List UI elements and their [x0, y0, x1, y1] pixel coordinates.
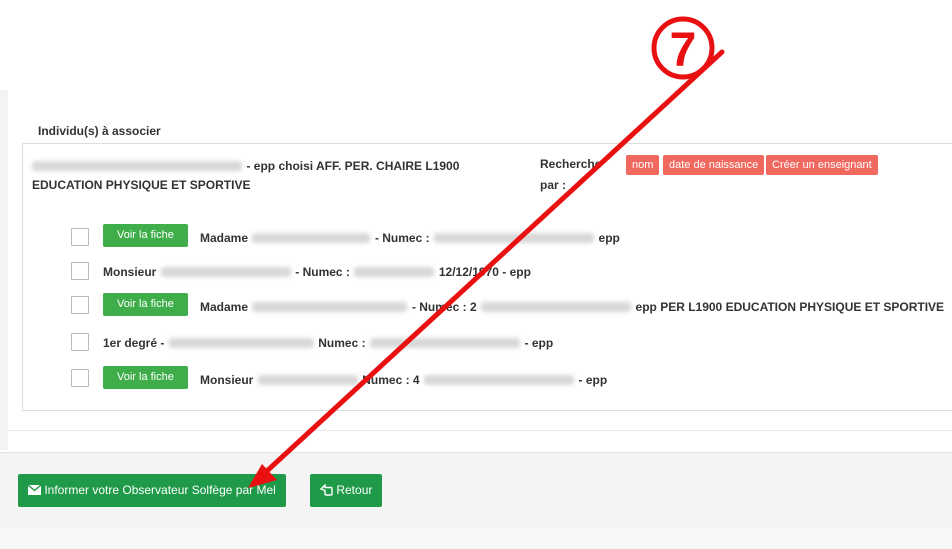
hand-back-icon: [319, 483, 333, 496]
row-tail: epp: [598, 231, 620, 245]
redacted-text: [32, 160, 242, 171]
table-row: Madame - Numec : epp: [200, 229, 620, 247]
redacted-text: [424, 374, 575, 385]
redacted-text: [481, 301, 632, 312]
inform-observer-button[interactable]: Informer votre Observateur Solfège par M…: [18, 474, 286, 507]
redacted-text: [168, 337, 314, 348]
row-tail: 12/12/1970 - epp: [438, 265, 531, 279]
section-title: Individu(s) à associer: [38, 124, 161, 138]
header-line-1-text: - epp choisi AFF. PER. CHAIRE L1900: [246, 159, 460, 173]
search-by-birthdate-button[interactable]: date de naissance: [663, 155, 765, 175]
row-tail: - epp: [524, 336, 554, 350]
search-by-name-button[interactable]: nom: [626, 155, 660, 175]
header-line-1: - epp choisi AFF. PER. CHAIRE L1900: [32, 157, 459, 175]
table-row: Monsieur Numec : 4 - epp: [200, 371, 607, 389]
row-tail: epp PER L1900 EDUCATION PHYSIQUE ET SPOR…: [635, 300, 945, 314]
create-teacher-button[interactable]: Créer un enseignant: [766, 155, 878, 175]
back-label: Retour: [336, 483, 373, 497]
row-numec: - Numec :: [374, 231, 430, 245]
table-row: Madame - Numec : 2 epp PER L1900 EDUCATI…: [200, 298, 944, 316]
row-checkbox[interactable]: [71, 296, 89, 314]
row-title: 1er degré -: [103, 336, 165, 350]
row-tail: - epp: [578, 373, 608, 387]
redacted-text: [252, 232, 371, 243]
table-row: Monsieur - Numec : 12/12/1970 - epp: [103, 263, 531, 281]
envelope-icon: [27, 484, 42, 495]
view-record-button[interactable]: Voir la fiche: [103, 293, 188, 316]
redacted-text: [160, 266, 291, 277]
row-checkbox[interactable]: [71, 333, 89, 351]
back-button[interactable]: Retour: [310, 474, 383, 507]
search-label: Recherche: [540, 157, 602, 171]
row-checkbox[interactable]: [71, 369, 89, 387]
row-checkbox[interactable]: [71, 262, 89, 280]
row-title: Madame: [200, 231, 249, 245]
row-title: Monsieur: [103, 265, 157, 279]
row-numec: - Numec : 2: [411, 300, 477, 314]
left-gutter: [0, 90, 8, 450]
row-checkbox[interactable]: [71, 228, 89, 246]
table-row: 1er degré - Numec : - epp: [103, 334, 553, 352]
header-line-2: EDUCATION PHYSIQUE ET SPORTIVE: [32, 178, 251, 192]
view-record-button[interactable]: Voir la fiche: [103, 224, 188, 247]
top-area: [0, 0, 952, 90]
row-title: Madame: [200, 300, 249, 314]
view-record-button[interactable]: Voir la fiche: [103, 366, 188, 389]
redacted-text: [354, 266, 435, 277]
redacted-text: [370, 337, 521, 348]
row-title: Monsieur: [200, 373, 254, 387]
row-numec: - Numec :: [295, 265, 350, 279]
redacted-text: [434, 232, 595, 243]
search-label-2: par :: [540, 178, 567, 192]
row-numec: Numec : 4: [362, 373, 420, 387]
row-numec: Numec :: [318, 336, 366, 350]
page-bottom: [0, 527, 952, 549]
inform-observer-label: Informer votre Observateur Solfège par M…: [44, 483, 276, 497]
redacted-text: [252, 301, 408, 312]
redacted-text: [257, 374, 358, 385]
